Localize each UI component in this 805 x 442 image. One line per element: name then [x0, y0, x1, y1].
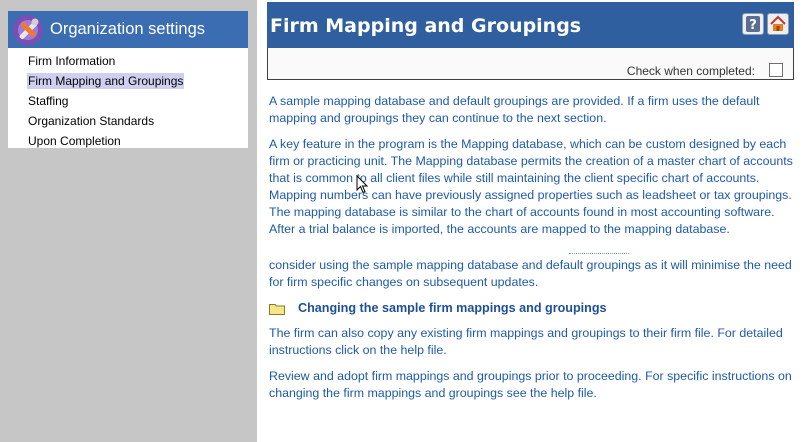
sidebar-item-label: Staffing	[28, 94, 69, 108]
recommendation-paragraph: consider using the sample mapping databa…	[269, 253, 793, 291]
help-button[interactable]: ?	[742, 13, 764, 35]
home-button[interactable]	[767, 13, 789, 35]
check-completed-label: Check when completed:	[626, 64, 755, 78]
sidebar-item-upon-completion[interactable]: Upon Completion	[8, 131, 248, 151]
page-header: Firm Mapping and Groupings ?	[267, 2, 794, 48]
main-panel: Firm Mapping and Groupings ? Check when …	[257, 0, 805, 442]
sidebar-item-label: Firm Mapping and Groupings	[27, 73, 185, 89]
changing-mappings-link[interactable]: Changing the sample firm mappings and gr…	[298, 300, 607, 317]
mapping-paragraph: A key feature in the program is the Mapp…	[269, 137, 793, 236]
content-area: A sample mapping database and default gr…	[269, 93, 793, 411]
clipped-text-fragment	[569, 250, 629, 255]
sidebar-item-staffing[interactable]: Staffing	[8, 91, 248, 111]
intro-paragraph: A sample mapping database and default gr…	[269, 94, 760, 125]
sidebar-item-firm-mapping[interactable]: Firm Mapping and Groupings	[8, 71, 248, 91]
sidebar-item-organization-standards[interactable]: Organization Standards	[8, 111, 248, 131]
sidebar-item-label: Upon Completion	[28, 134, 121, 148]
settings-tools-icon	[13, 14, 43, 45]
sidebar-nav: Firm Information Firm Mapping and Groupi…	[8, 48, 248, 151]
svg-text:?: ?	[749, 18, 757, 33]
copy-paragraph: The firm can also copy any existing firm…	[269, 326, 783, 357]
mouse-cursor-icon	[356, 175, 369, 194]
sidebar-title: Organization settings	[50, 20, 206, 38]
check-completed-checkbox[interactable]	[769, 63, 783, 77]
home-icon	[770, 15, 786, 31]
folder-icon	[269, 304, 285, 315]
sidebar: Organization settings Firm Information F…	[8, 11, 248, 148]
recommendation-text: consider using the sample mapping databa…	[269, 258, 792, 289]
help-icon: ?	[746, 16, 760, 33]
completion-bar: Check when completed:	[267, 48, 794, 80]
sidebar-item-label: Firm Information	[28, 54, 116, 68]
changing-mappings-link-row[interactable]: Changing the sample firm mappings and gr…	[269, 300, 793, 317]
review-paragraph: Review and adopt firm mappings and group…	[269, 369, 792, 400]
sidebar-header: Organization settings	[8, 11, 248, 48]
sidebar-item-firm-information[interactable]: Firm Information	[8, 51, 248, 71]
sidebar-item-label: Organization Standards	[28, 114, 155, 128]
page-title: Firm Mapping and Groupings	[270, 15, 582, 37]
